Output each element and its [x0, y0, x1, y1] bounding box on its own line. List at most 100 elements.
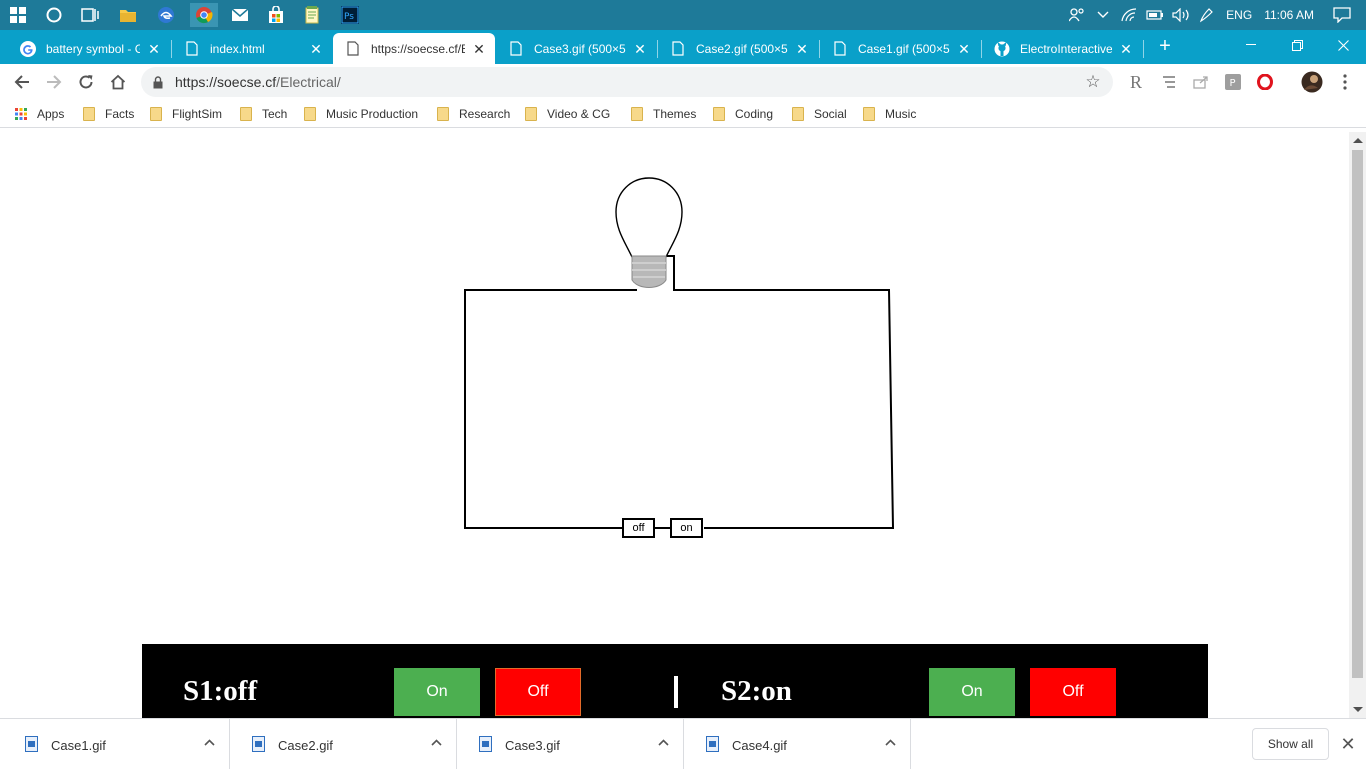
chevron-up-icon[interactable]	[883, 735, 897, 749]
opera-icon[interactable]	[1254, 71, 1276, 93]
download-item[interactable]: Case2.gif	[230, 719, 457, 769]
bookmark-folder-flightsim[interactable]: FlightSim	[150, 106, 222, 122]
task-view-icon[interactable]	[78, 3, 102, 27]
s1-off-button[interactable]: Off	[495, 668, 581, 716]
windows-start-icon[interactable]	[6, 3, 30, 27]
window-close-icon[interactable]	[1320, 30, 1366, 60]
address-bar[interactable]: https://soecse.cf/Electrical/ ☆	[141, 67, 1113, 97]
folder-icon	[240, 107, 252, 121]
close-download-shelf-icon[interactable]: ✕	[1338, 734, 1358, 754]
bookmark-folder-facts[interactable]: Facts	[83, 106, 134, 122]
tab-case3-gif[interactable]: Case3.gif (500×50 ✕	[496, 33, 656, 64]
bookmark-label: Music Production	[326, 107, 419, 121]
scrollbar-thumb[interactable]	[1352, 150, 1363, 678]
bulb-base	[631, 255, 667, 288]
browser-toolbar: https://soecse.cf/Electrical/ ☆ R P	[0, 64, 1366, 100]
photoshop-icon[interactable]: Ps	[338, 3, 362, 27]
tab-close-icon[interactable]: ✕	[632, 41, 648, 57]
image-file-icon	[252, 736, 265, 752]
chevron-up-icon[interactable]	[429, 735, 443, 749]
download-item[interactable]: Case1.gif	[3, 719, 230, 769]
tray-chevron-up-icon[interactable]	[1092, 0, 1114, 30]
url-text[interactable]: https://soecse.cf/Electrical/	[175, 74, 1083, 90]
tab-close-icon[interactable]: ✕	[956, 41, 972, 57]
mail-icon[interactable]	[228, 3, 252, 27]
clock[interactable]: 11:06 AM	[1264, 8, 1314, 22]
notifications-icon[interactable]	[1330, 0, 1354, 30]
bookmark-folder-themes[interactable]: Themes	[631, 106, 696, 122]
language-indicator[interactable]: ENG	[1226, 8, 1252, 22]
bookmark-folder-social[interactable]: Social	[792, 106, 847, 122]
s2-off-button[interactable]: Off	[1030, 668, 1116, 716]
chrome-menu-icon[interactable]	[1334, 71, 1356, 93]
tab-close-icon[interactable]: ✕	[794, 41, 810, 57]
bookmark-folder-music[interactable]: Music	[863, 106, 916, 122]
tab-soecse-electrical[interactable]: https://soecse.cf/E ✕	[333, 33, 495, 64]
bookmark-folder-tech[interactable]: Tech	[240, 106, 287, 122]
bookmark-label: Research	[459, 107, 511, 121]
tab-close-icon[interactable]: ✕	[308, 41, 324, 57]
home-icon[interactable]	[104, 68, 132, 96]
folder-icon	[792, 107, 804, 121]
scroll-down-arrow-icon[interactable]	[1353, 707, 1363, 712]
tab-github-electrointeractive[interactable]: ElectroInteractive/ ✕	[982, 33, 1142, 64]
bookmark-folder-video-cg[interactable]: Video & CG	[525, 106, 610, 122]
tab-google-search[interactable]: battery symbol - G ✕	[8, 33, 170, 64]
tab-close-icon[interactable]: ✕	[1118, 41, 1134, 57]
notepad-icon[interactable]	[300, 3, 324, 27]
extension-share-icon[interactable]	[1190, 71, 1212, 93]
bookmark-folder-music-production[interactable]: Music Production	[304, 106, 418, 122]
new-tab-plus-icon[interactable]: +	[1154, 36, 1176, 58]
file-explorer-icon[interactable]	[116, 3, 140, 27]
chevron-up-icon[interactable]	[202, 735, 216, 749]
chrome-taskbar-icon[interactable]	[190, 3, 218, 27]
bookmark-folder-research[interactable]: Research	[437, 106, 510, 122]
download-item[interactable]: Case4.gif	[684, 719, 911, 769]
bookmark-apps[interactable]: Apps	[15, 106, 64, 122]
tab-index-html[interactable]: index.html ✕	[172, 33, 332, 64]
url-host: https://soecse.cf	[175, 74, 277, 90]
window-minimize-icon[interactable]	[1228, 30, 1274, 60]
bookmark-star-icon[interactable]: ☆	[1083, 72, 1103, 92]
window-restore-icon[interactable]	[1274, 30, 1320, 60]
page-scrollbar[interactable]	[1349, 132, 1366, 718]
tab-title: https://soecse.cf/E	[371, 41, 465, 56]
download-item[interactable]: Case3.gif	[457, 719, 684, 769]
wifi-icon[interactable]	[1118, 0, 1140, 30]
tab-close-icon[interactable]: ✕	[146, 41, 162, 57]
reload-icon[interactable]	[72, 68, 100, 96]
edge-browser-icon[interactable]	[154, 3, 178, 27]
tab-close-icon[interactable]: ✕	[471, 41, 487, 57]
scroll-up-arrow-icon[interactable]	[1353, 138, 1363, 143]
bookmark-label: Social	[814, 107, 847, 121]
profile-avatar[interactable]	[1300, 70, 1324, 94]
extension-r-icon[interactable]: R	[1125, 71, 1147, 93]
image-file-icon	[706, 736, 719, 752]
folder-icon	[713, 107, 725, 121]
tab-title: battery symbol - G	[46, 41, 140, 56]
download-filename: Case1.gif	[51, 738, 106, 753]
tab-case1-gif[interactable]: Case1.gif (500×50 ✕	[820, 33, 980, 64]
tab-separator	[1143, 40, 1144, 58]
bookmark-label: FlightSim	[172, 107, 223, 121]
battery-icon[interactable]	[1144, 0, 1166, 30]
chevron-up-icon[interactable]	[656, 735, 670, 749]
light-bulb-icon	[615, 177, 683, 258]
cortana-search-icon[interactable]	[42, 3, 66, 27]
folder-icon	[304, 107, 316, 121]
s1-on-button[interactable]: On	[394, 668, 480, 716]
store-icon[interactable]	[264, 3, 288, 27]
forward-arrow-icon[interactable]	[40, 68, 68, 96]
tab-case2-gif[interactable]: Case2.gif (500×50 ✕	[658, 33, 818, 64]
pen-icon[interactable]	[1196, 0, 1218, 30]
show-all-downloads-button[interactable]: Show all	[1252, 728, 1329, 760]
s2-on-button[interactable]: On	[929, 668, 1015, 716]
extension-list-icon[interactable]	[1158, 71, 1180, 93]
volume-icon[interactable]	[1170, 0, 1192, 30]
bookmark-label: Tech	[262, 107, 288, 121]
lock-icon[interactable]	[153, 75, 167, 89]
extension-p-icon[interactable]: P	[1222, 71, 1244, 93]
bookmark-folder-coding[interactable]: Coding	[713, 106, 773, 122]
back-arrow-icon[interactable]	[8, 68, 36, 96]
people-icon[interactable]	[1066, 0, 1088, 30]
